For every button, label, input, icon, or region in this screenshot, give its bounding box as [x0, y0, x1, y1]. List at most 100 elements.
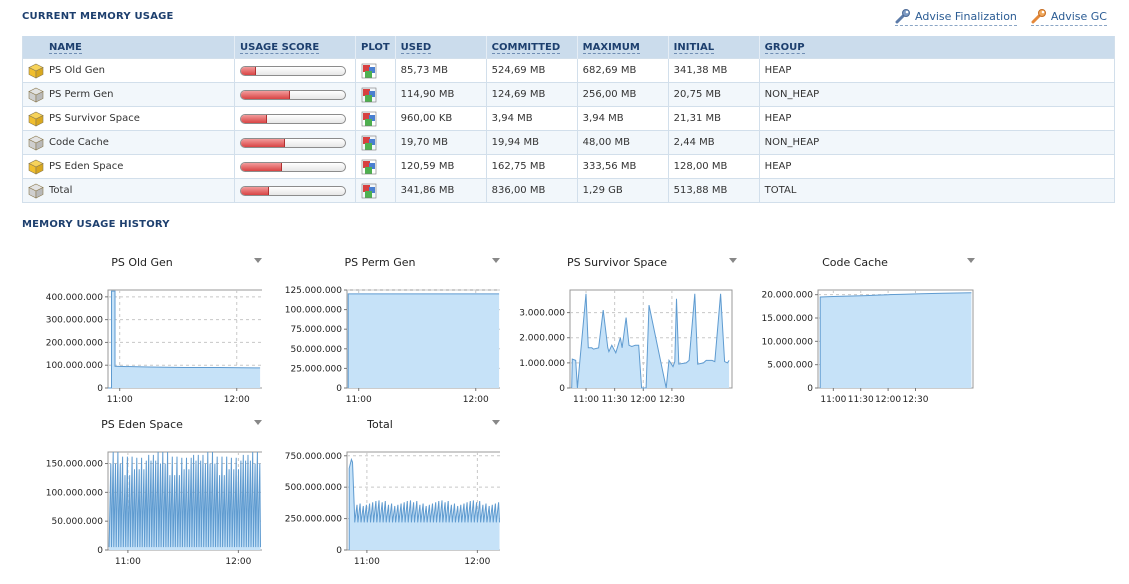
y-tick-label: 400.000.000	[46, 293, 104, 303]
y-tick-label: 0	[336, 384, 342, 394]
x-tick-label: 11:30	[848, 395, 874, 405]
y-tick-label: 0	[559, 384, 565, 394]
y-tick-label: 250.000.000	[285, 515, 343, 525]
row-group: HEAP	[759, 58, 1115, 83]
nonheap-cube-icon	[28, 183, 44, 198]
row-used: 19,70 MB	[395, 130, 487, 155]
column-header-maximum[interactable]: MAXIMUM	[577, 36, 669, 59]
plot-icon[interactable]	[361, 159, 377, 175]
table-row[interactable]: PS Eden Space 120,59 MB 162,75 MB 333,56…	[22, 154, 1115, 179]
x-tick-label: 12:00	[463, 395, 489, 405]
nonheap-cube-icon	[28, 87, 44, 102]
row-name: PS Eden Space	[49, 161, 124, 172]
current-memory-title: CURRENT MEMORY USAGE	[22, 11, 174, 22]
chart-plot: 400.000.000 300.000.000 200.000.000 100.000…	[46, 289, 262, 405]
y-tick-label: 150.000.000	[46, 460, 104, 470]
x-tick-label: 12:30	[659, 395, 685, 405]
wrench-icon	[895, 9, 911, 24]
row-initial: 2,44 MB	[668, 130, 760, 155]
y-tick-label: 0	[336, 546, 342, 556]
x-tick-label: 12:00	[225, 557, 251, 567]
y-tick-label: 125.000.000	[285, 286, 343, 296]
x-tick-label: 11:00	[115, 557, 141, 567]
column-header-plot: PLOT	[355, 36, 396, 59]
x-tick-label: 12:00	[464, 557, 490, 567]
x-tick-label: 12:30	[903, 395, 929, 405]
advise-finalization-label: Advise Finalization	[915, 9, 1017, 23]
row-committed: 162,75 MB	[486, 154, 578, 179]
row-name: PS Survivor Space	[49, 113, 140, 124]
table-header-row: NAME USAGE SCORE PLOT USED COMMITTED MAX…	[22, 36, 1115, 59]
x-tick-label: 11:00	[346, 395, 372, 405]
column-header-initial[interactable]: INITIAL	[668, 36, 760, 59]
series-area	[820, 292, 972, 388]
row-used: 341,86 MB	[395, 178, 487, 203]
row-maximum: 3,94 MB	[577, 106, 669, 131]
heap-cube-icon	[28, 159, 44, 174]
table-row[interactable]: Total 341,86 MB 836,00 MB 1,29 GB 513,88…	[22, 178, 1115, 203]
y-tick-label: 2.000.000	[519, 334, 565, 344]
row-committed: 124,69 MB	[486, 82, 578, 107]
y-tick-label: 5.000.000	[767, 361, 813, 371]
y-tick-label: 0	[97, 384, 103, 394]
plot-icon[interactable]	[361, 135, 377, 151]
column-header-group[interactable]: GROUP	[759, 36, 1115, 59]
usage-score-bar	[240, 137, 346, 148]
advise-gc-button[interactable]: Advise GC	[1030, 8, 1107, 26]
advise-finalization-button[interactable]: Advise Finalization	[895, 8, 1017, 26]
wrench-icon	[1031, 9, 1046, 24]
row-maximum: 682,69 MB	[577, 58, 669, 83]
chart-plot: 750.000.000 500.000.000 250.000.000 0 11:00 1…	[285, 451, 500, 567]
usage-score-bar	[240, 161, 346, 172]
table-row[interactable]: Code Cache 19,70 MB 19,94 MB 48,00 MB 2,…	[22, 130, 1115, 155]
y-tick-label: 300.000.000	[46, 316, 104, 326]
x-tick-label: 11:00	[573, 395, 599, 405]
series-area	[348, 293, 500, 388]
row-initial: 128,00 MB	[668, 154, 760, 179]
row-group: NON_HEAP	[759, 82, 1115, 107]
advise-gc-label: Advise GC	[1050, 9, 1107, 23]
row-initial: 513,88 MB	[668, 178, 760, 203]
y-tick-label: 50.000.000	[51, 517, 103, 527]
column-header-usage-score[interactable]: USAGE SCORE	[234, 36, 356, 59]
y-tick-label: 500.000.000	[285, 483, 343, 493]
row-initial: 21,31 MB	[668, 106, 760, 131]
row-name: Total	[49, 185, 73, 196]
nonheap-cube-icon	[28, 135, 44, 150]
y-tick-label: 20.000.000	[761, 291, 813, 301]
y-tick-label: 200.000.000	[46, 338, 104, 348]
row-used: 960,00 KB	[395, 106, 487, 131]
table-row[interactable]: PS Old Gen 85,73 MB 524,69 MB 682,69 MB …	[22, 58, 1115, 83]
usage-score-bar	[240, 89, 346, 100]
chart-panel: PS Survivor Space 3.000.000 2.000.000 1.000…	[497, 256, 737, 416]
heap-cube-icon	[28, 111, 44, 126]
row-initial: 20,75 MB	[668, 82, 760, 107]
chart-panel: PS Old Gen 400.000.000 300.000.000 200.000.…	[22, 256, 262, 416]
row-maximum: 256,00 MB	[577, 82, 669, 107]
column-header-committed[interactable]: COMMITTED	[486, 36, 578, 59]
x-tick-label: 12:00	[875, 395, 901, 405]
chart-plot: 125.000.000 100.000.000 75.000.000 50.000.0…	[285, 286, 500, 405]
y-tick-label: 1.000.000	[519, 359, 565, 369]
row-maximum: 48,00 MB	[577, 130, 669, 155]
chart-panel: PS Perm Gen 125.000.000 100.000.000 75.000.…	[260, 256, 500, 416]
y-tick-label: 3.000.000	[519, 309, 565, 319]
row-used: 85,73 MB	[395, 58, 487, 83]
table-row[interactable]: PS Survivor Space 960,00 KB 3,94 MB 3,94…	[22, 106, 1115, 131]
table-row[interactable]: PS Perm Gen 114,90 MB 124,69 MB 256,00 M…	[22, 82, 1115, 107]
column-header-name[interactable]: NAME	[22, 36, 235, 59]
plot-icon[interactable]	[361, 111, 377, 127]
row-committed: 3,94 MB	[486, 106, 578, 131]
chart-panel: Total 750.000.000 500.000.000 250.000.000 0 1…	[260, 418, 500, 578]
y-tick-label: 100.000.000	[285, 306, 343, 316]
row-name: Code Cache	[49, 137, 109, 148]
row-group: HEAP	[759, 154, 1115, 179]
row-used: 114,90 MB	[395, 82, 487, 107]
plot-icon[interactable]	[361, 183, 377, 199]
x-tick-label: 11:00	[820, 395, 846, 405]
usage-score-bar	[240, 65, 346, 76]
plot-icon[interactable]	[361, 87, 377, 103]
plot-icon[interactable]	[361, 63, 377, 79]
column-header-used[interactable]: USED	[395, 36, 487, 59]
row-maximum: 1,29 GB	[577, 178, 669, 203]
